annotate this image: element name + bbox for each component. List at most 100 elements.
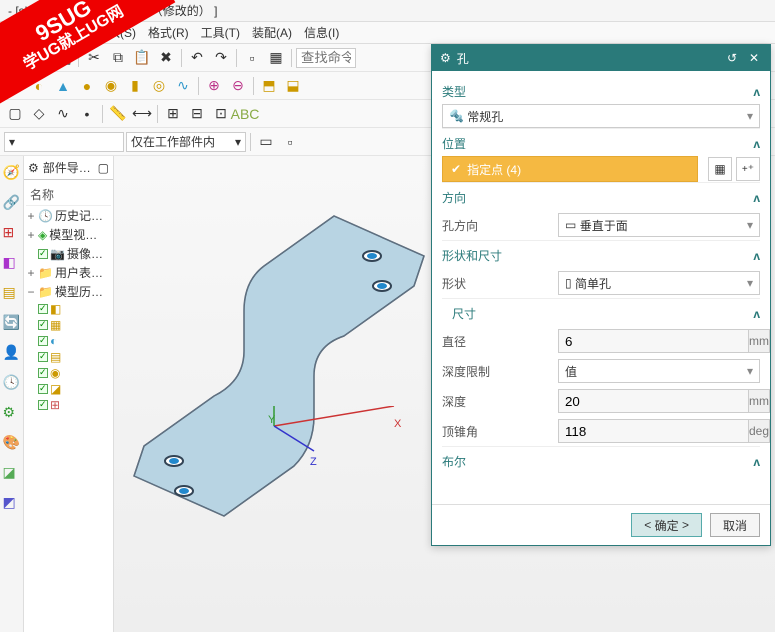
text-icon[interactable]: ABC — [234, 103, 256, 125]
nav-icon[interactable]: 🧭 — [3, 164, 21, 182]
feat7-icon: ⊞ — [50, 398, 60, 412]
point-icon[interactable]: • — [76, 103, 98, 125]
role-icon[interactable]: 👤 — [3, 344, 21, 362]
sheet-metal-preview — [114, 156, 434, 536]
filter-combo-1[interactable]: ▾ — [4, 132, 124, 152]
redo-icon[interactable]: ↷ — [210, 47, 232, 69]
type-dropdown[interactable]: 🔩 常规孔 ▾ — [442, 104, 760, 128]
point-selection-band[interactable]: ✔ 指定点 (4) — [442, 156, 698, 182]
menu-tool[interactable]: 工具(T) — [197, 22, 244, 43]
section-shape[interactable]: 形状和尺寸 — [442, 247, 502, 264]
menu-assembly[interactable]: 装配(A) — [248, 22, 296, 43]
folder2-icon: 📁 — [38, 285, 53, 299]
node-history[interactable]: 历史记… — [55, 207, 103, 224]
depthlimit-dropdown[interactable]: 值 ▾ — [558, 359, 760, 383]
subtract-icon[interactable]: ⊖ — [227, 75, 249, 97]
view3-icon[interactable]: ⊡ — [210, 103, 232, 125]
dialog-titlebar[interactable]: ⚙ 孔 ↺ ✕ — [432, 45, 770, 71]
close-icon[interactable]: ✕ — [746, 51, 762, 65]
nav-pin-icon[interactable]: ▢ — [98, 161, 109, 175]
part-icon[interactable]: ◧ — [3, 254, 21, 272]
caret-up-icon-6[interactable]: ʌ — [753, 455, 760, 469]
constraint-icon[interactable]: ⊞ — [3, 224, 21, 242]
cancel-button[interactable]: 取消 — [710, 513, 760, 537]
ok-button[interactable]: < 确定 > — [631, 513, 702, 537]
extrude-icon[interactable]: ▮ — [124, 75, 146, 97]
depth-input[interactable] — [558, 389, 749, 413]
chk3[interactable] — [38, 336, 48, 346]
section-type[interactable]: 类型 — [442, 83, 466, 100]
add-point-icon[interactable]: +⁺ — [736, 157, 760, 181]
paste-icon[interactable]: 📋 — [131, 47, 153, 69]
direction-dropdown[interactable]: ▭ 垂直于面 ▾ — [558, 213, 760, 237]
section-boolean[interactable]: 布尔 — [442, 453, 466, 470]
nav-column-name: 名称 — [26, 184, 111, 206]
sketch-icon[interactable]: ▢ — [4, 103, 26, 125]
copy-icon[interactable]: ⧉ — [107, 47, 129, 69]
feat1-icon: ◧ — [50, 302, 61, 316]
dimension-icon[interactable]: ⟷ — [131, 103, 153, 125]
sketch-point-icon[interactable]: ▦ — [708, 157, 732, 181]
sweep-icon[interactable]: ∿ — [172, 75, 194, 97]
undo-icon[interactable]: ↶ — [186, 47, 208, 69]
select2-icon[interactable]: ▫ — [279, 131, 301, 153]
section-direction[interactable]: 方向 — [442, 189, 466, 206]
caret-up-icon-4[interactable]: ʌ — [753, 249, 760, 263]
view2-icon[interactable]: ⊟ — [186, 103, 208, 125]
node-modelview[interactable]: 模型视… — [49, 226, 97, 243]
menu-info[interactable]: 信息(I) — [300, 22, 343, 43]
menu-format[interactable]: 格式(R) — [144, 22, 193, 43]
layer-icon[interactable]: ▤ — [3, 284, 21, 302]
caret-up-icon-3[interactable]: ʌ — [753, 191, 760, 205]
normal-icon: ▭ — [565, 218, 576, 232]
curve-icon[interactable]: ∿ — [52, 103, 74, 125]
diameter-input[interactable] — [558, 329, 749, 353]
checkbox-icon[interactable] — [38, 249, 48, 259]
reuse-icon[interactable]: 🔄 — [3, 314, 21, 332]
section-position[interactable]: 位置 — [442, 135, 466, 152]
gear-icon: ⚙ — [440, 51, 451, 65]
feat3-icon: ◐ — [50, 334, 57, 348]
cone-icon[interactable]: ▲ — [52, 75, 74, 97]
tipangle-input[interactable] — [558, 419, 749, 443]
caret-up-icon-2[interactable]: ʌ — [753, 137, 760, 151]
render-icon[interactable]: 🎨 — [3, 434, 21, 452]
app2-icon[interactable]: ◩ — [3, 494, 21, 512]
measure-icon[interactable]: 📏 — [107, 103, 129, 125]
app1-icon[interactable]: ◪ — [3, 464, 21, 482]
flange-icon[interactable]: ⬒ — [258, 75, 280, 97]
sphere-icon[interactable]: ● — [76, 75, 98, 97]
node-camera[interactable]: 摄像… — [67, 245, 103, 262]
node-modelhist[interactable]: 模型历… — [55, 283, 103, 300]
chk2[interactable] — [38, 320, 48, 330]
caret-up-icon[interactable]: ʌ — [753, 85, 760, 99]
chk6[interactable] — [38, 384, 48, 394]
feat2-icon: ▦ — [50, 318, 61, 332]
search-input[interactable] — [296, 48, 356, 68]
unite-icon[interactable]: ⊕ — [203, 75, 225, 97]
datum-icon[interactable]: ◇ — [28, 103, 50, 125]
select-icon[interactable]: ▭ — [255, 131, 277, 153]
revolve-icon[interactable]: ◎ — [148, 75, 170, 97]
feature-icon[interactable]: ▫ — [241, 47, 263, 69]
chk1[interactable] — [38, 304, 48, 314]
reset-icon[interactable]: ↺ — [724, 51, 740, 65]
history-icon[interactable]: 🕓 — [3, 374, 21, 392]
pattern-icon[interactable]: ▦ — [265, 47, 287, 69]
caret-up-icon-5[interactable]: ʌ — [753, 307, 760, 321]
section-dimension[interactable]: 尺寸 — [452, 305, 476, 322]
nav-gear-icon[interactable]: ⚙ — [28, 161, 39, 175]
assembly-icon[interactable]: 🔗 — [3, 194, 21, 212]
view1-icon[interactable]: ⊞ — [162, 103, 184, 125]
hole-icon[interactable]: ◉ — [100, 75, 122, 97]
bend-icon[interactable]: ⬓ — [282, 75, 304, 97]
delete-icon[interactable]: ✖ — [155, 47, 177, 69]
camera-icon: 📷 — [50, 247, 65, 261]
chk4[interactable] — [38, 352, 48, 362]
sim-icon[interactable]: ⚙ — [3, 404, 21, 422]
chk5[interactable] — [38, 368, 48, 378]
node-userexp[interactable]: 用户表… — [55, 264, 103, 281]
shape-dropdown[interactable]: ▯ 简单孔 ▾ — [558, 271, 760, 295]
filter-combo-2[interactable]: 仅在工作部件内▾ — [126, 132, 246, 152]
chk7[interactable] — [38, 400, 48, 410]
